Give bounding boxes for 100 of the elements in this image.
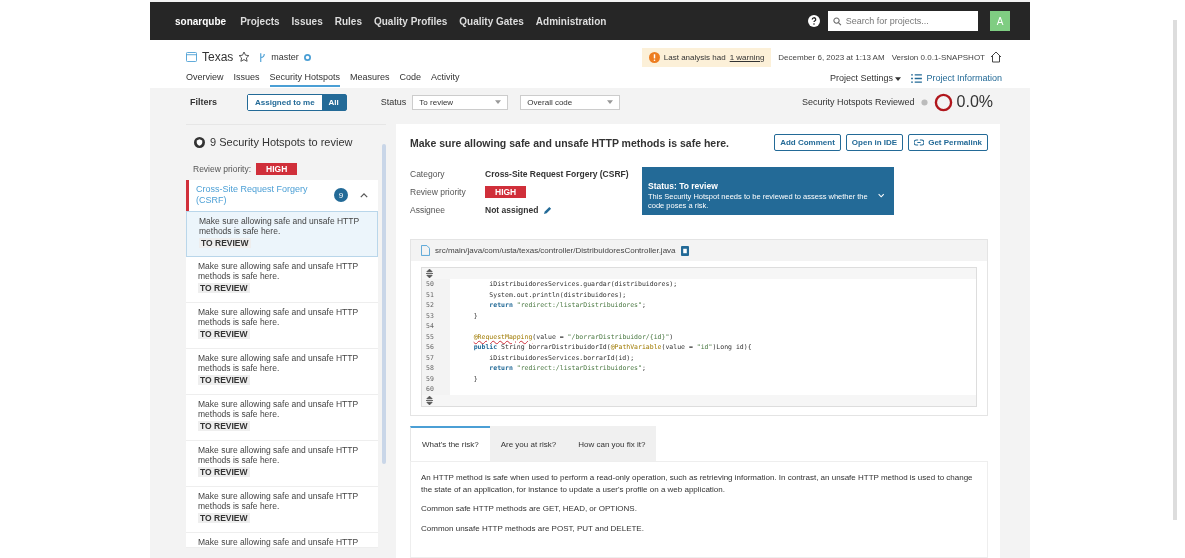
info-tab[interactable]: What's the risk? [410, 425, 490, 461]
list-icon [911, 73, 923, 83]
caret-icon [895, 77, 902, 81]
expand-icon[interactable] [426, 395, 433, 405]
risk-paragraph: Common unsafe HTTP methods are POST, PUT and DELETE. [421, 522, 645, 535]
caret-icon [607, 100, 614, 104]
assignee-toggle-option[interactable]: Assigned to me [248, 94, 322, 110]
home-icon[interactable] [990, 51, 1002, 63]
status-tag: TO REVIEW [198, 329, 250, 340]
file-icon [421, 245, 430, 256]
hotspot-message: Make sure allowing safe and unsafe HTTP methods is safe here. [198, 261, 359, 282]
scrollbar[interactable] [1173, 20, 1177, 520]
project-information-link[interactable]: Project Information [926, 73, 1002, 83]
caret-icon [495, 100, 502, 104]
warning-text: Last analysis had [663, 52, 726, 62]
search-field[interactable]: Search for projects... [828, 11, 978, 31]
hotspot-message: Make sure allowing safe and unsafe HTTP methods is safe here. [199, 216, 360, 237]
status-title: Status: To review [648, 180, 719, 191]
hotspot-title: Make sure allowing safe and unsafe HTTP methods is safe here. [410, 136, 729, 149]
warning-icon [648, 51, 660, 63]
project-tab[interactable]: Activity [431, 69, 460, 87]
expand-icon[interactable] [426, 269, 433, 278]
project-tab[interactable]: Overview [186, 69, 224, 87]
hotspot-message: Make sure allowing safe and unsafe HTTP methods is safe here. [198, 353, 359, 374]
nav-link[interactable]: Rules [334, 15, 362, 27]
project-tab[interactable]: Security Hotspots [269, 69, 341, 87]
branch-name[interactable]: master [271, 52, 299, 62]
shield-icon [194, 136, 205, 148]
detail-label: Category [410, 169, 446, 179]
nav-link[interactable]: Administration [535, 15, 607, 27]
analysis-date: December 6, 2023 at 1:13 AM [778, 52, 885, 62]
code-scope-select[interactable]: Overall code [520, 94, 621, 110]
copy-icon[interactable] [680, 245, 689, 256]
hotspot-list-item[interactable]: Make sure allowing safe and unsafe HTTP methods is safe here. TO REVIEW [186, 303, 378, 349]
project-version: Version 0.0.1-SNAPSHOT [891, 52, 985, 62]
project-icon [186, 52, 197, 62]
category-name: Cross-Site Request Forgery (CSRF) [196, 183, 309, 207]
nav-link[interactable]: Projects [240, 15, 280, 27]
status-tag: TO REVIEW [198, 467, 250, 478]
assignee-value: Not assigned [485, 205, 539, 215]
status-tag: TO REVIEW [198, 283, 250, 294]
assignee-toggle-option[interactable]: All [321, 94, 346, 110]
hotspot-list-item[interactable]: Make sure allowing safe and unsafe HTTP methods is safe here. TO REVIEW [186, 257, 378, 303]
hotspot-message: Make sure allowing safe and unsafe HTTP methods is safe here. [198, 491, 359, 512]
status-tag: TO REVIEW [198, 421, 250, 432]
hotspot-message: Make sure allowing safe and unsafe HTTP methods is safe here. [198, 445, 359, 466]
project-settings-menu[interactable]: Project Settings [829, 73, 902, 83]
risk-paragraph: An HTTP method is safe when used to perform a read-only operation, such as retrieving information. In contrast, an unsafe HTTP method is used to change the state of an application, for instance to update a user's profile on a web application. [421, 471, 974, 496]
hotspot-count-title: 9 Security Hotspots to review [210, 136, 353, 148]
nav-link[interactable]: Quality Gates [459, 15, 524, 27]
link-icon [914, 139, 925, 146]
risk-paragraph: Common safe HTTP methods are GET, HEAD, or OPTIONS. [421, 503, 638, 516]
chevron-icon [360, 192, 368, 198]
count-badge: 9 [334, 188, 348, 202]
hotspot-list-item[interactable]: Make sure allowing safe and unsafe HTTP methods is safe here. TO REVIEW [186, 395, 378, 441]
hotspot-list-item[interactable]: Make sure allowing safe and unsafe HTTP methods is safe here. TO REVIEW [186, 487, 378, 533]
hotspot-message: Make sure allowing safe and unsafe HTTP methods is safe here. [198, 307, 359, 328]
chevron-icon [877, 192, 884, 198]
scrollbar[interactable] [382, 144, 386, 464]
warning-link[interactable]: 1 warning [729, 52, 765, 62]
detail-label: Review priority [410, 187, 467, 197]
branch-icon [259, 51, 267, 63]
hotspot-list-item[interactable]: Make sure allowing safe and unsafe HTTP [186, 533, 378, 549]
category-header[interactable]: Cross-Site Request Forgery (CSRF) 9 [186, 180, 378, 211]
hotspot-message: Make sure allowing safe and unsafe HTTP [198, 537, 360, 548]
progress-ring-icon [933, 92, 953, 112]
pencil-icon[interactable] [543, 205, 553, 215]
info-icon[interactable] [303, 53, 311, 61]
info-tab[interactable]: How can you fix it? [567, 425, 657, 461]
status-select[interactable]: To review [412, 94, 509, 110]
hotspot-list-item[interactable]: Make sure allowing safe and unsafe HTTP methods is safe here. TO REVIEW [186, 211, 378, 257]
nav-link[interactable]: Quality Profiles [373, 15, 448, 27]
review-priority-label: Review priority: [193, 164, 252, 174]
logo[interactable]: sonarqube [175, 15, 227, 27]
category-value: Cross-Site Request Forgery (CSRF) [485, 169, 629, 179]
reviewed-label: Security Hotspots Reviewed [801, 97, 915, 107]
project-name[interactable]: Texas [202, 50, 234, 64]
file-path: src/main/java/com/usta/texas/controller/DistribuidoresController.java [435, 246, 676, 255]
project-tab[interactable]: Code [399, 69, 422, 87]
project-tab[interactable]: Measures [350, 69, 390, 87]
detail-label: Assignee [410, 205, 446, 215]
priority-badge: HIGH [485, 186, 527, 198]
status-tag: TO REVIEW [199, 238, 251, 249]
nav-link[interactable]: Issues [291, 15, 323, 27]
search-icon [833, 16, 842, 26]
star-icon[interactable] [238, 51, 251, 63]
hotspot-list-item[interactable]: Make sure allowing safe and unsafe HTTP methods is safe here. TO REVIEW [186, 349, 378, 395]
status-tag: TO REVIEW [198, 513, 250, 524]
status-label: Status [380, 97, 407, 107]
hotspot-list-item[interactable]: Make sure allowing safe and unsafe HTTP methods is safe here. TO REVIEW [186, 441, 378, 487]
action-button[interactable]: Add Comment [774, 134, 841, 151]
action-button[interactable]: Open in IDE [845, 134, 904, 151]
project-tab[interactable]: Issues [233, 69, 260, 87]
priority-badge: HIGH [256, 163, 298, 175]
hotspot-message: Make sure allowing safe and unsafe HTTP methods is safe here. [198, 399, 359, 420]
action-button[interactable]: Get Permalink [908, 134, 988, 151]
reviewed-percentage: 0.0% [956, 93, 993, 111]
filters-label: Filters [190, 97, 217, 107]
status-tag: TO REVIEW [198, 375, 250, 386]
info-tab[interactable]: Are you at risk? [489, 425, 568, 461]
